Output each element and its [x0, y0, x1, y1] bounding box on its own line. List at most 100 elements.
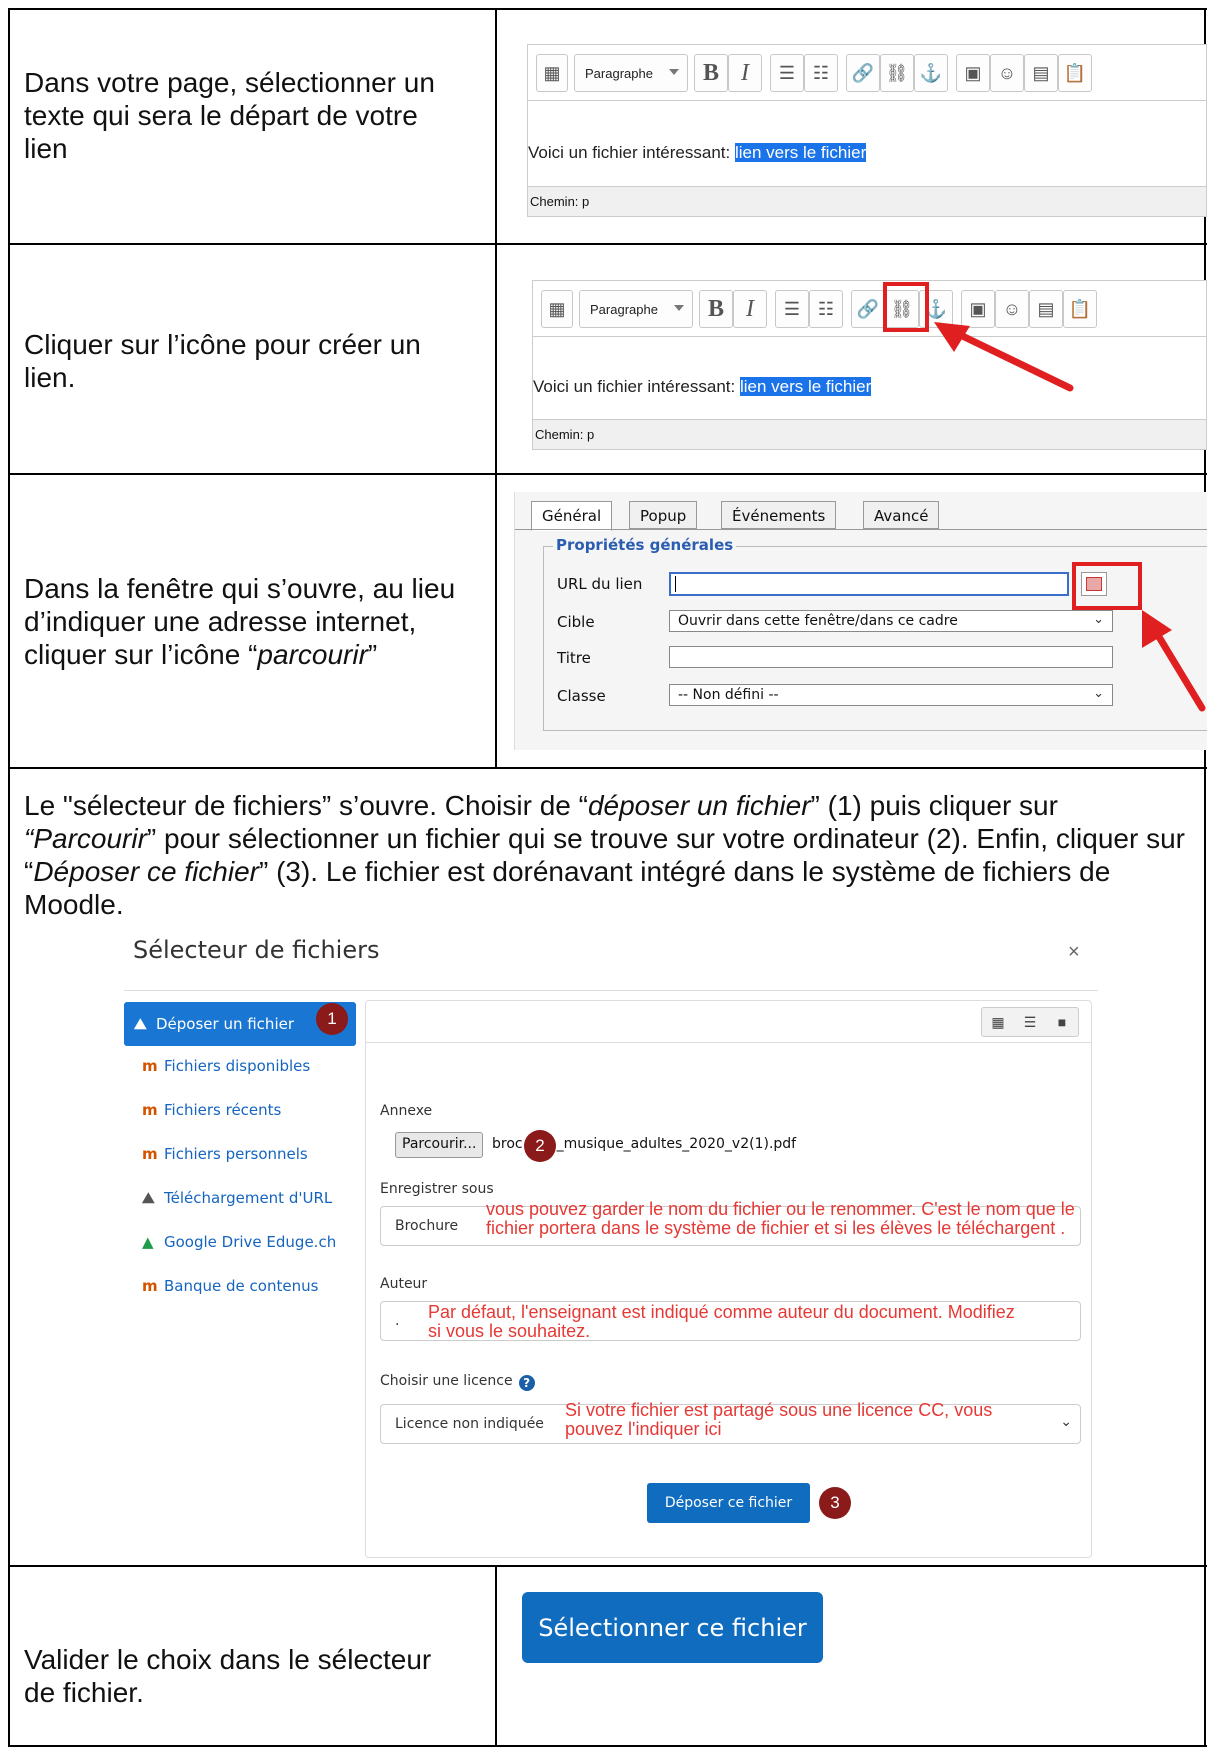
nav-private-files[interactable]: m Fichiers personnels — [142, 1145, 308, 1163]
save-as-label: Enregistrer sous — [380, 1181, 494, 1197]
red-arrow-icon — [1142, 610, 1206, 712]
step-badge-1: 1 — [316, 1003, 348, 1035]
column-divider — [495, 8, 497, 769]
format-label: Paragraphe — [585, 65, 653, 81]
instruction-picker-p2: ” (1) puis cliquer sur — [810, 790, 1058, 821]
select-file-button[interactable]: Sélectionner ce fichier — [522, 1592, 823, 1663]
nav-content-bank[interactable]: m Banque de contenus — [142, 1277, 318, 1295]
editor-content[interactable]: Voici un fichier intéressant: lien vers … — [533, 337, 1206, 419]
toolbar-toggle-button[interactable]: ▦ — [536, 54, 568, 92]
anchor-icon[interactable]: ⚓ — [914, 54, 948, 92]
instruction-picker-p2-italic: “Parcourir — [24, 823, 147, 854]
view-switcher: ▦ ☰ ■ — [981, 1007, 1079, 1037]
grid-view-icon[interactable]: ▦ — [982, 1008, 1014, 1036]
moodle-icon: m — [142, 1101, 158, 1119]
annexe-label: Annexe — [380, 1103, 433, 1119]
table-border-top — [8, 8, 1207, 10]
italic-button[interactable]: I — [733, 290, 767, 328]
tab-popup[interactable]: Popup — [629, 501, 698, 529]
editor-text: Voici un fichier intéressant: — [528, 143, 735, 162]
row-divider — [8, 767, 1207, 769]
paste-icon[interactable]: 📋 — [1058, 54, 1092, 92]
editor-content[interactable]: Voici un fichier intéressant: lien vers … — [528, 101, 1206, 186]
author-label: Auteur — [380, 1276, 428, 1292]
link-icon[interactable]: 🔗 — [851, 290, 885, 328]
unlink-icon[interactable]: ⛓ — [880, 54, 914, 92]
editor-status-path: Chemin: p — [533, 419, 1206, 449]
tab-general[interactable]: Général — [531, 501, 613, 531]
url-input[interactable] — [669, 572, 1069, 596]
title-input[interactable] — [669, 646, 1113, 668]
instruction-browse-italic: parcourir — [257, 639, 368, 670]
class-select[interactable]: -- Non défini -- ⌄ — [669, 684, 1113, 706]
selected-text: lien vers le fichier — [739, 377, 872, 396]
column-divider — [495, 1565, 497, 1747]
save-as-annotation: vous pouvez garder le nom du fichier ou … — [486, 1199, 1075, 1238]
moodle-icon: m — [142, 1277, 158, 1295]
file-name-end: _musique_adultes_2020_v2(1).pdf — [556, 1136, 797, 1152]
highlight-browse-icon — [1072, 562, 1142, 610]
instruction-browse-end: ” — [367, 639, 378, 670]
emoticon-icon[interactable]: ☺ — [990, 54, 1024, 92]
file-picker-title: Sélecteur de fichiers — [133, 936, 380, 964]
tab-events[interactable]: Événements — [721, 501, 837, 529]
italic-button[interactable]: I — [728, 54, 762, 92]
target-label: Cible — [557, 613, 595, 631]
editor-toolbar: ▦ Paragraphe B I ☰ ☷ 🔗 ⛓ ⚓ ▣ ☺ ▤ 📋 — [533, 281, 1206, 337]
format-label: Paragraphe — [590, 301, 658, 317]
bullet-list-button[interactable]: ☰ — [775, 290, 809, 328]
media-icon[interactable]: ▤ — [1024, 54, 1058, 92]
nav-label: Banque de contenus — [164, 1277, 319, 1295]
tab-advanced[interactable]: Avancé — [863, 501, 940, 529]
step-badge-2: 2 — [524, 1130, 556, 1162]
license-value: Licence non indiquée — [395, 1416, 544, 1432]
format-select[interactable]: Paragraphe — [574, 54, 688, 92]
target-select[interactable]: Ouvrir dans cette fenêtre/dans ce cadre ⌄ — [669, 610, 1113, 632]
nav-google-drive[interactable]: ▲ Google Drive Eduge.ch — [142, 1233, 336, 1251]
instruction-browse: Dans la fenêtre qui s’ouvre, au lieu d’i… — [24, 572, 484, 671]
toolbar-toggle-button[interactable]: ▦ — [541, 290, 573, 328]
author-annotation: Par défaut, l'enseignant est indiqué com… — [428, 1302, 1015, 1341]
moodle-icon: m — [142, 1057, 158, 1075]
instruction-file-picker: Le "sélecteur de fichiers” s’ouvre. Choi… — [24, 789, 1189, 921]
bold-button[interactable]: B — [699, 290, 733, 328]
numbered-list-button[interactable]: ☷ — [804, 54, 838, 92]
table-border-left — [8, 8, 10, 1747]
format-select[interactable]: Paragraphe — [579, 290, 693, 328]
chevron-down-icon — [674, 305, 684, 311]
instruction-click-link: Cliquer sur l’icône pour créer un lien. — [24, 329, 421, 393]
close-icon[interactable]: × — [1068, 941, 1080, 964]
nav-available-files[interactable]: m Fichiers disponibles — [142, 1057, 310, 1075]
numbered-list-button[interactable]: ☷ — [809, 290, 843, 328]
instruction-validate: Valider le choix dans le sélecteur de fi… — [24, 1644, 432, 1708]
target-value: Ouvrir dans cette fenêtre/dans ce cadre — [678, 613, 958, 629]
title-label: Titre — [557, 649, 591, 667]
editor-toolbar: ▦ Paragraphe B I ☰ ☷ 🔗 ⛓ ⚓ ▣ ☺ ▤ 📋 — [528, 45, 1206, 101]
link-icon[interactable]: 🔗 — [846, 54, 880, 92]
bullet-list-button[interactable]: ☰ — [770, 54, 804, 92]
nav-label: Téléchargement d'URL — [164, 1189, 333, 1207]
file-name-start: broc — [492, 1136, 523, 1152]
upload-file-button[interactable]: Déposer ce fichier — [647, 1483, 810, 1523]
row-divider — [8, 243, 1207, 245]
moodle-icon: m — [142, 1145, 158, 1163]
editor-status-path: Chemin: p — [528, 186, 1206, 216]
bold-button[interactable]: B — [694, 54, 728, 92]
help-icon[interactable]: ? — [518, 1375, 535, 1391]
browse-button[interactable]: Parcourir... — [395, 1132, 484, 1158]
nav-label: Déposer un fichier — [156, 1015, 295, 1033]
nav-url-download[interactable]: ⛰ Téléchargement d'URL — [142, 1189, 332, 1207]
url-label: URL du lien — [557, 575, 643, 593]
editor-text: Voici un fichier intéressant: — [533, 377, 740, 396]
highlight-link-button — [883, 282, 929, 332]
chevron-down-icon: ⌄ — [1093, 612, 1104, 627]
row-divider — [8, 1565, 1207, 1567]
fieldset-legend: Propriétés générales — [553, 536, 737, 554]
instruction-picker-p1-italic: déposer un fichier — [587, 790, 811, 821]
list-view-icon[interactable]: ☰ — [1014, 1008, 1046, 1036]
nav-recent-files[interactable]: m Fichiers récents — [142, 1101, 281, 1119]
chevron-down-icon — [669, 69, 679, 75]
folder-view-icon[interactable]: ■ — [1046, 1008, 1078, 1036]
image-icon[interactable]: ▣ — [956, 54, 990, 92]
table-border-right — [1204, 8, 1206, 1747]
